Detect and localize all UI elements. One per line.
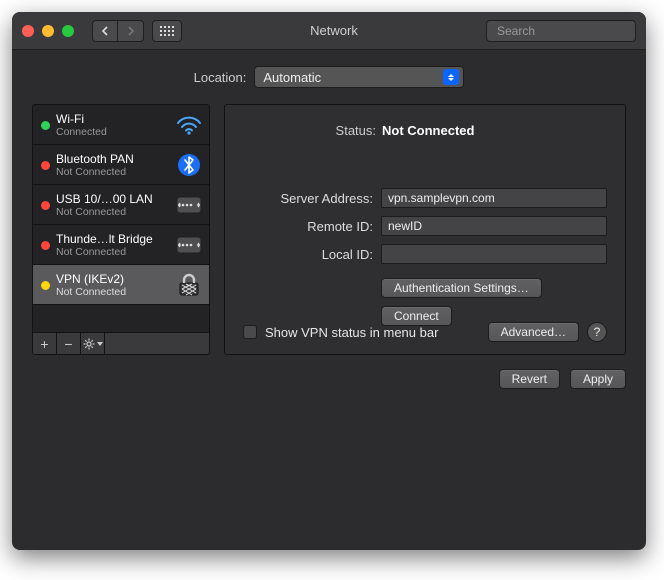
service-name: VPN (IKEv2): [56, 272, 169, 286]
detail-panel: Status: Not Connected Server Address: Re…: [224, 104, 626, 355]
status-dot: [41, 201, 50, 210]
help-button[interactable]: ?: [587, 322, 607, 342]
server-address-input[interactable]: [381, 188, 607, 208]
show-all-button[interactable]: [152, 20, 182, 42]
server-address-label: Server Address:: [243, 191, 373, 206]
search-field[interactable]: [486, 20, 636, 42]
apply-button[interactable]: Apply: [570, 369, 626, 389]
traffic-lights: [22, 25, 74, 37]
status-dot: [41, 241, 50, 250]
service-sidebar: Wi-Fi Connected Bluetooth PAN Not Connec…: [32, 104, 210, 355]
location-row: Location: Automatic: [12, 50, 646, 100]
search-input[interactable]: [497, 24, 646, 38]
footer: Revert Apply: [12, 369, 646, 403]
lock-icon: [175, 271, 203, 299]
location-dropdown[interactable]: Automatic: [254, 66, 464, 88]
service-name: Thunde…lt Bridge: [56, 232, 169, 246]
minimize-button[interactable]: [42, 25, 54, 37]
service-actions-button[interactable]: [81, 333, 105, 354]
close-button[interactable]: [22, 25, 34, 37]
service-name: Bluetooth PAN: [56, 152, 169, 166]
titlebar: Network: [12, 12, 646, 50]
bluetooth-icon: [175, 151, 203, 179]
ethernet-icon: [175, 191, 203, 219]
remove-service-button[interactable]: −: [57, 333, 81, 354]
zoom-button[interactable]: [62, 25, 74, 37]
status-dot: [41, 121, 50, 130]
local-id-input[interactable]: [381, 244, 607, 264]
chevron-updown-icon: [443, 69, 459, 85]
service-item-wifi[interactable]: Wi-Fi Connected: [33, 105, 209, 145]
service-status: Not Connected: [56, 206, 169, 218]
service-status: Connected: [56, 126, 169, 138]
service-item-thunderbolt-bridge[interactable]: Thunde…lt Bridge Not Connected: [33, 225, 209, 265]
service-item-bluetooth[interactable]: Bluetooth PAN Not Connected: [33, 145, 209, 185]
service-item-vpn[interactable]: VPN (IKEv2) Not Connected: [33, 265, 209, 305]
service-item-usb-lan[interactable]: USB 10/…00 LAN Not Connected: [33, 185, 209, 225]
status-label: Status:: [336, 123, 376, 138]
service-status: Not Connected: [56, 166, 169, 178]
service-list: Wi-Fi Connected Bluetooth PAN Not Connec…: [32, 104, 210, 333]
back-button[interactable]: [92, 20, 118, 42]
forward-button[interactable]: [118, 20, 144, 42]
nav-segment: [92, 20, 144, 42]
status-dot: [41, 281, 50, 290]
gear-icon: [83, 338, 95, 350]
show-vpn-menubar-checkbox[interactable]: [243, 325, 257, 339]
wifi-icon: [175, 111, 203, 139]
location-label: Location:: [194, 70, 247, 85]
service-name: Wi-Fi: [56, 112, 169, 126]
network-prefs-window: Network Location: Automatic Wi-Fi Connec…: [12, 12, 646, 550]
service-status: Not Connected: [56, 286, 169, 298]
grid-icon: [160, 26, 174, 36]
remote-id-input[interactable]: [381, 216, 607, 236]
advanced-button[interactable]: Advanced…: [488, 322, 579, 342]
window-title: Network: [182, 23, 486, 38]
local-id-label: Local ID:: [243, 247, 373, 262]
service-name: USB 10/…00 LAN: [56, 192, 169, 206]
chevron-down-icon: [97, 342, 103, 346]
sidebar-toolbar: + −: [32, 333, 210, 355]
status-dot: [41, 161, 50, 170]
service-status: Not Connected: [56, 246, 169, 258]
status-value: Not Connected: [382, 123, 474, 138]
revert-button[interactable]: Revert: [499, 369, 560, 389]
show-vpn-menubar-label: Show VPN status in menu bar: [265, 325, 438, 340]
ethernet-icon: [175, 231, 203, 259]
remote-id-label: Remote ID:: [243, 219, 373, 234]
location-value: Automatic: [263, 70, 443, 85]
auth-settings-button[interactable]: Authentication Settings…: [381, 278, 542, 298]
add-service-button[interactable]: +: [33, 333, 57, 354]
